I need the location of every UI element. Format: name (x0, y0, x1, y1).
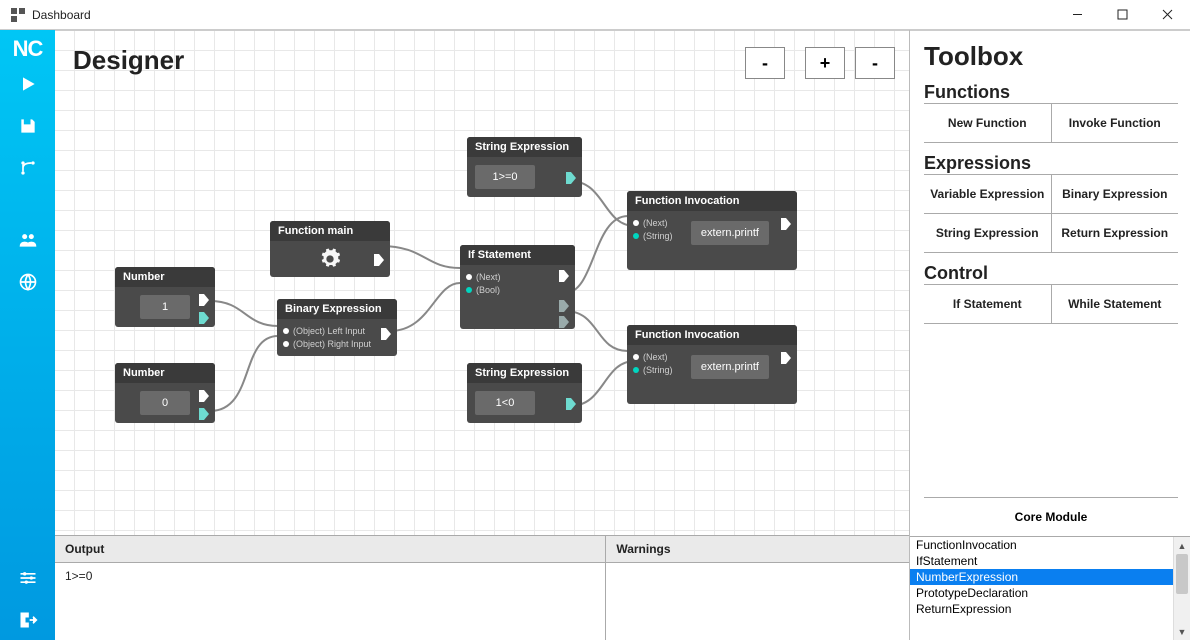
node-header: If Statement (460, 245, 575, 265)
designer-title: Designer (73, 45, 184, 76)
output-panel: Output 1>=0 (55, 536, 606, 640)
settings-icon[interactable] (0, 558, 55, 598)
type-list-panel: FunctionInvocationIfStatementNumberExpre… (910, 536, 1190, 640)
string-expression-button[interactable]: String Expression (924, 214, 1052, 252)
window-titlebar: Dashboard (0, 0, 1190, 30)
node-if-statement[interactable]: If Statement (Next) (Bool) (460, 245, 575, 329)
port-right-input: (Object) Right Input (283, 339, 391, 349)
users-icon[interactable] (0, 220, 55, 260)
node-value[interactable]: 1 (140, 295, 190, 319)
app-icon (10, 7, 26, 23)
save-icon[interactable] (0, 106, 55, 146)
node-number-1[interactable]: Number 1 (115, 267, 215, 327)
node-value[interactable]: 1<0 (475, 391, 535, 415)
designer-canvas[interactable]: Designer - + - Number 1 (55, 30, 909, 536)
port-next: (Next) (466, 272, 569, 282)
type-list[interactable]: FunctionInvocationIfStatementNumberExpre… (910, 537, 1173, 640)
node-header: Function Invocation (627, 325, 797, 345)
zoom-out-button-1[interactable]: - (745, 47, 785, 79)
minimize-button[interactable] (1055, 0, 1100, 30)
node-number-0[interactable]: Number 0 (115, 363, 215, 423)
node-header: Function main (270, 221, 390, 241)
new-function-button[interactable]: New Function (924, 104, 1052, 142)
node-function-main[interactable]: Function main (270, 221, 390, 277)
type-list-item[interactable]: ReturnExpression (910, 601, 1173, 617)
type-list-item[interactable]: IfStatement (910, 553, 1173, 569)
maximize-button[interactable] (1100, 0, 1145, 30)
scrollbar[interactable]: ▲ ▼ (1173, 537, 1190, 640)
node-function-invocation-1[interactable]: Function Invocation (Next) (String) exte… (627, 191, 797, 270)
node-value[interactable]: 1>=0 (475, 165, 535, 189)
output-header: Output (55, 536, 605, 563)
return-expression-button[interactable]: Return Expression (1052, 214, 1179, 252)
output-line: 1>=0 (65, 569, 595, 583)
node-header: Function Invocation (627, 191, 797, 211)
node-value[interactable]: extern.printf (691, 221, 769, 245)
control-section-title: Control (924, 263, 1178, 284)
exit-icon[interactable] (0, 600, 55, 640)
warnings-header: Warnings (606, 536, 909, 563)
type-list-item[interactable]: FunctionInvocation (910, 537, 1173, 553)
scroll-thumb[interactable] (1176, 554, 1188, 594)
if-statement-button[interactable]: If Statement (924, 285, 1052, 323)
left-sidebar: NC (0, 30, 55, 640)
while-statement-button[interactable]: While Statement (1052, 285, 1179, 323)
node-header: Binary Expression (277, 299, 397, 319)
node-function-invocation-2[interactable]: Function Invocation (Next) (String) exte… (627, 325, 797, 404)
gear-icon (319, 248, 341, 270)
branch-icon[interactable] (0, 148, 55, 188)
node-value[interactable]: extern.printf (691, 355, 769, 379)
output-body[interactable]: 1>=0 (55, 563, 605, 640)
zoom-in-button[interactable]: + (805, 47, 845, 79)
warnings-body[interactable] (606, 563, 909, 640)
functions-section-title: Functions (924, 82, 1178, 103)
invoke-function-button[interactable]: Invoke Function (1052, 104, 1179, 142)
variable-expression-button[interactable]: Variable Expression (924, 175, 1052, 213)
node-string-expression-1[interactable]: String Expression 1>=0 (467, 137, 582, 197)
close-button[interactable] (1145, 0, 1190, 30)
node-header: Number (115, 267, 215, 287)
port-bool: (Bool) (466, 285, 569, 295)
node-value[interactable]: 0 (140, 391, 190, 415)
port-left-input: (Object) Left Input (283, 326, 391, 336)
logo: NC (13, 36, 43, 62)
node-header: Number (115, 363, 215, 383)
zoom-toolbar: - + - (745, 47, 895, 79)
scroll-down-icon[interactable]: ▼ (1174, 623, 1190, 640)
node-header: String Expression (467, 137, 582, 157)
zoom-out-button-2[interactable]: - (855, 47, 895, 79)
scroll-up-icon[interactable]: ▲ (1174, 537, 1190, 554)
warnings-panel: Warnings (606, 536, 909, 640)
core-module-button[interactable]: Core Module (924, 497, 1178, 536)
globe-icon[interactable] (0, 262, 55, 302)
node-string-expression-2[interactable]: String Expression 1<0 (467, 363, 582, 423)
type-list-item[interactable]: PrototypeDeclaration (910, 585, 1173, 601)
node-binary-expression[interactable]: Binary Expression (Object) Left Input (O… (277, 299, 397, 356)
toolbox-title: Toolbox (924, 41, 1178, 72)
expressions-section-title: Expressions (924, 153, 1178, 174)
play-icon[interactable] (0, 64, 55, 104)
binary-expression-button[interactable]: Binary Expression (1052, 175, 1179, 213)
toolbox-panel: Toolbox Functions New Function Invoke Fu… (910, 30, 1190, 536)
window-title: Dashboard (32, 8, 91, 22)
type-list-item[interactable]: NumberExpression (910, 569, 1173, 585)
node-header: String Expression (467, 363, 582, 383)
